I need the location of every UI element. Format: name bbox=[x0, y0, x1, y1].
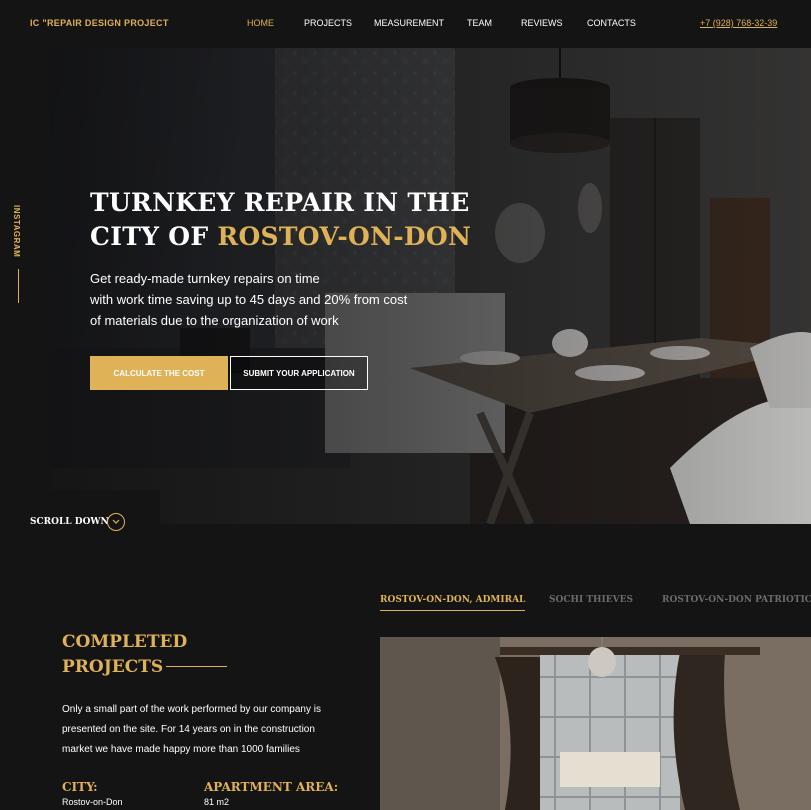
completed-projects-title-line2: PROJECTS bbox=[62, 657, 164, 677]
instagram-divider-line bbox=[18, 269, 19, 303]
top-navigation-bar: IC "REPAIR DESIGN PROJECT HOME PROJECTS … bbox=[0, 0, 811, 48]
scroll-down-label[interactable]: SCROLL DOWN bbox=[30, 517, 109, 527]
instagram-label: INSTAGRAM bbox=[12, 205, 21, 258]
projects-description-line3: market we have made happy more than 1000… bbox=[62, 744, 300, 755]
chevron-down-icon[interactable] bbox=[107, 513, 125, 531]
hero-title: TURNKEY REPAIR IN THE CITY OF ROSTOV-ON-… bbox=[90, 186, 550, 254]
hero-description-line2: with work time saving up to 45 days and … bbox=[90, 292, 408, 307]
nav-measurement[interactable]: MEASUREMENT bbox=[374, 18, 444, 28]
city-value: Rostov-on-Don bbox=[62, 797, 123, 807]
completed-projects-title: COMPLETED PROJECTS bbox=[62, 630, 187, 680]
projects-description-line1: Only a small part of the work performed … bbox=[62, 704, 321, 715]
hero-title-line2-prefix: CITY OF bbox=[90, 222, 218, 251]
title-divider-line bbox=[166, 666, 227, 667]
hero-description: Get ready-made turnkey repairs on time w… bbox=[90, 268, 430, 331]
city-label: CITY: bbox=[62, 780, 98, 794]
hero-title-line1: TURNKEY REPAIR IN THE bbox=[90, 188, 470, 217]
apartment-area-value: 81 m2 bbox=[204, 797, 230, 807]
apartment-area-label: APARTMENT AREA: bbox=[204, 780, 339, 794]
project-tabs: ROSTOV-ON-DON, ADMIRAL SOCHI THIEVES ROS… bbox=[0, 595, 811, 615]
projects-description-line2: presented on the site. For 14 years on i… bbox=[62, 724, 315, 735]
completed-projects-description: Only a small part of the work performed … bbox=[62, 700, 362, 760]
calculate-cost-button[interactable]: CALCULATE THE COST bbox=[90, 356, 228, 390]
nav-home[interactable]: HOME bbox=[247, 18, 274, 28]
project-photo bbox=[380, 637, 811, 810]
hero-title-city: ROSTOV-ON-DON bbox=[217, 222, 472, 251]
instagram-link[interactable]: INSTAGRAM bbox=[12, 205, 26, 303]
nav-projects[interactable]: PROJECTS bbox=[304, 18, 352, 28]
tab-sochi-thieves[interactable]: SOCHI THIEVES bbox=[549, 595, 633, 605]
nav-contacts[interactable]: CONTACTS bbox=[587, 18, 636, 28]
nav-team[interactable]: TEAM bbox=[467, 18, 492, 28]
hero-description-line3: of materials due to the organization of … bbox=[90, 313, 339, 328]
phone-link[interactable]: +7 (928) 768-32-39 bbox=[700, 18, 777, 28]
tab-rostov-admiral[interactable]: ROSTOV-ON-DON, ADMIRAL bbox=[380, 595, 526, 611]
main-nav: HOME PROJECTS MEASUREMENT TEAM REVIEWS C… bbox=[0, 18, 811, 30]
project-room-illustration bbox=[380, 637, 811, 810]
submit-application-button[interactable]: SUBMIT YOUR APPLICATION bbox=[230, 356, 368, 390]
tab-rostov-patriotic[interactable]: ROSTOV-ON-DON PATRIOTIC bbox=[662, 595, 811, 605]
nav-reviews[interactable]: REVIEWS bbox=[521, 18, 563, 28]
completed-projects-title-line1: COMPLETED bbox=[62, 632, 188, 652]
hero-description-line1: Get ready-made turnkey repairs on time bbox=[90, 271, 320, 286]
